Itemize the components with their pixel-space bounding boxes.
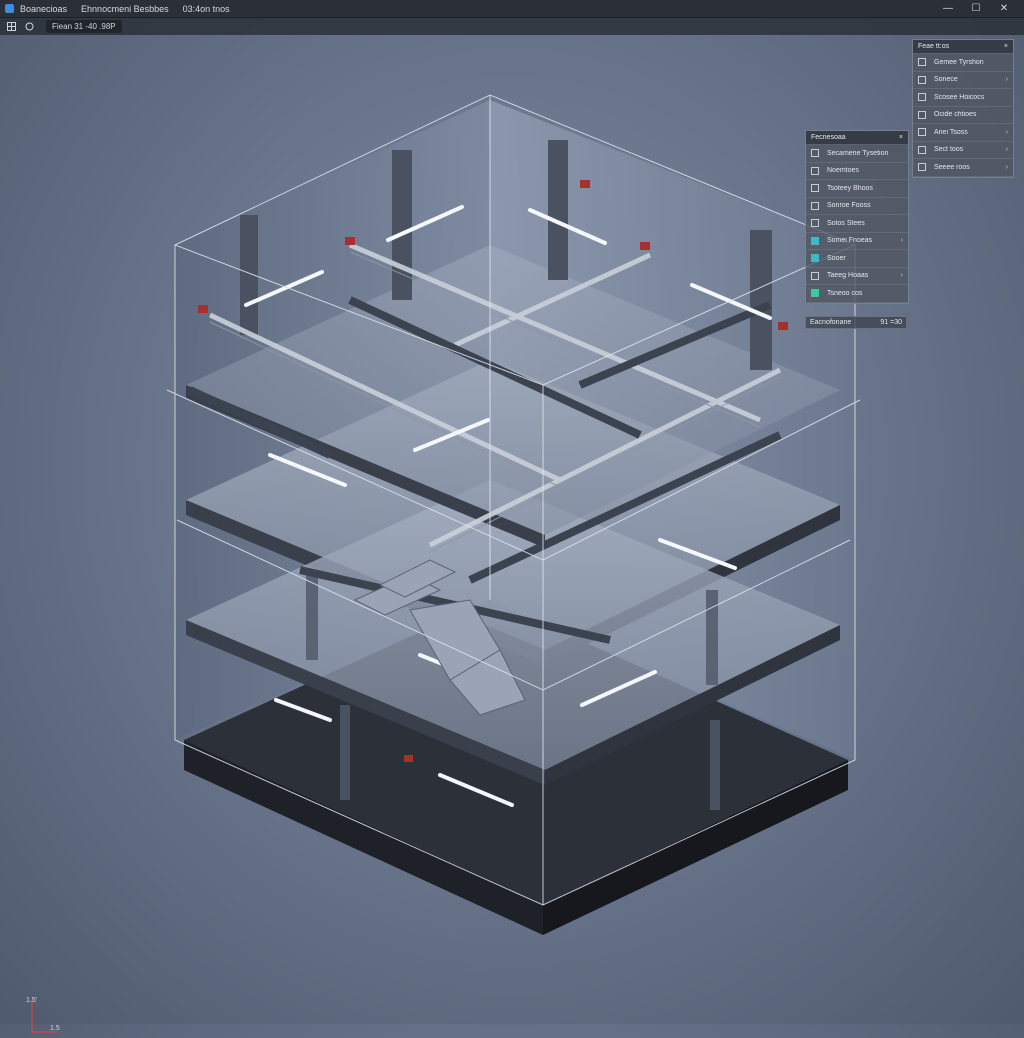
title-bar: Boanecioas Ehnnocmeni Besbbes 03:4on tno… — [0, 0, 1024, 18]
close-icon[interactable]: × — [1004, 43, 1008, 50]
layer-icon — [918, 58, 926, 67]
layer-icon — [811, 271, 819, 280]
resources-panel-item[interactable]: Sooer — [806, 250, 908, 268]
features-panel-item-label: Gemee Tyrshon — [934, 58, 984, 66]
axis-x-label: 1.5 — [50, 1025, 60, 1032]
resources-panel-item[interactable]: Taeeg Hoaas › — [806, 268, 908, 285]
orbit-icon[interactable] — [22, 20, 36, 33]
layer-icon — [811, 149, 819, 158]
layer-icon — [918, 128, 926, 137]
features-panel-item[interactable]: Seeee roos › — [913, 159, 1013, 177]
chevron-right-icon: › — [1005, 163, 1008, 171]
layer-icon — [811, 219, 819, 228]
chevron-right-icon: › — [1005, 128, 1008, 136]
layer-icon — [811, 201, 819, 210]
layer-icon — [918, 75, 926, 84]
chevron-right-icon: › — [900, 237, 903, 245]
resources-panel-item-label: Somei Fnoeas — [827, 237, 873, 245]
resources-panel-item-label: Sooer — [827, 254, 846, 262]
resources-panel-header: Fecnesoaa × — [806, 131, 908, 145]
status-label: Eacnofonane — [810, 319, 852, 326]
grid-icon[interactable] — [4, 20, 18, 33]
resources-panel-item-label: Taeeg Hoaas — [827, 272, 869, 280]
layer-icon — [811, 236, 819, 245]
resources-panel-item[interactable]: Sonroe Fooss — [806, 198, 908, 215]
resources-panel-item[interactable]: Tsoteey Bhoos — [806, 180, 908, 198]
chevron-right-icon: › — [1005, 146, 1008, 154]
features-panel: Feae tt:os × Gemee Tyrshon Sonece › Scosee … — [912, 39, 1014, 178]
features-panel-item-label: Seeee roos — [934, 163, 970, 171]
features-panel-item[interactable]: Scosee Hoicocs — [913, 89, 1013, 107]
resources-panel-item-label: Sotos Stees — [827, 219, 865, 227]
chevron-right-icon: › — [1005, 76, 1008, 84]
resources-panel-item[interactable]: Secamene Tysetion — [806, 145, 908, 163]
resources-panel-item[interactable]: Somei Fnoeas › — [806, 233, 908, 250]
app-icon — [5, 4, 14, 13]
resources-panel-item-label: Tsneoo cos — [827, 289, 863, 297]
features-panel-item[interactable]: Ocide chtioes — [913, 107, 1013, 124]
view-label[interactable]: Fiean 31 -40 .98P — [46, 20, 122, 33]
axis-gizmo: 1.5' 1.5 — [26, 997, 60, 1033]
layer-icon — [918, 145, 926, 154]
resources-panel-item-label: Tsoteey Bhoos — [827, 184, 873, 192]
close-button[interactable]: ✕ — [990, 3, 1018, 14]
title-menu-item-1[interactable]: Boanecioas — [20, 4, 67, 14]
toolbar: Fiean 31 -40 .98P — [0, 18, 1024, 35]
features-panel-item-label: Anei Tsoss — [934, 128, 968, 136]
layer-icon — [811, 184, 819, 193]
features-panel-item-label: Sonece — [934, 76, 958, 84]
window-controls: — ☐ ✕ — [934, 0, 1018, 17]
features-panel-item[interactable]: Anei Tsoss › — [913, 124, 1013, 142]
title-menu-item-3[interactable]: 03:4on tnos — [183, 4, 230, 14]
features-panel-item[interactable]: Gemee Tyrshon — [913, 54, 1013, 72]
resources-panel-item[interactable]: Sotos Stees — [806, 215, 908, 233]
features-panel-item-label: Sect toos — [934, 146, 964, 154]
resources-panel-title: Fecnesoaa — [811, 134, 846, 141]
resources-panel: Fecnesoaa × Secamene Tysetion Noemtoes Tso… — [805, 130, 909, 304]
minimize-button[interactable]: — — [934, 3, 962, 14]
features-panel-item[interactable]: Sonece › — [913, 72, 1013, 89]
axis-y-label: 1.5' — [26, 997, 37, 1004]
features-panel-item-label: Scosee Hoicocs — [934, 93, 985, 101]
status-readout: Eacnofonane 91 =30 — [805, 316, 907, 329]
resources-panel-item-label: Secamene Tysetion — [827, 149, 889, 157]
resources-panel-item[interactable]: Tsneoo cos — [806, 285, 908, 303]
close-icon[interactable]: × — [899, 134, 903, 141]
maximize-button[interactable]: ☐ — [962, 3, 990, 14]
features-panel-item[interactable]: Sect toos › — [913, 142, 1013, 159]
title-menu-item-2[interactable]: Ehnnocmeni Besbbes — [81, 4, 169, 14]
chevron-right-icon: › — [900, 272, 903, 280]
features-panel-title: Feae tt:os — [918, 43, 950, 50]
features-panel-item-label: Ocide chtioes — [934, 111, 977, 119]
resources-panel-item[interactable]: Noemtoes — [806, 163, 908, 180]
layer-icon — [918, 163, 926, 172]
status-value: 91 =30 — [880, 319, 902, 326]
layer-icon — [918, 110, 926, 119]
layer-icon — [811, 254, 819, 263]
resources-panel-item-label: Noemtoes — [827, 167, 859, 175]
features-panel-header: Feae tt:os × — [913, 40, 1013, 54]
layer-icon — [918, 93, 926, 102]
layer-icon — [811, 166, 819, 175]
layer-icon — [811, 289, 819, 298]
resources-panel-item-label: Sonroe Fooss — [827, 202, 871, 210]
